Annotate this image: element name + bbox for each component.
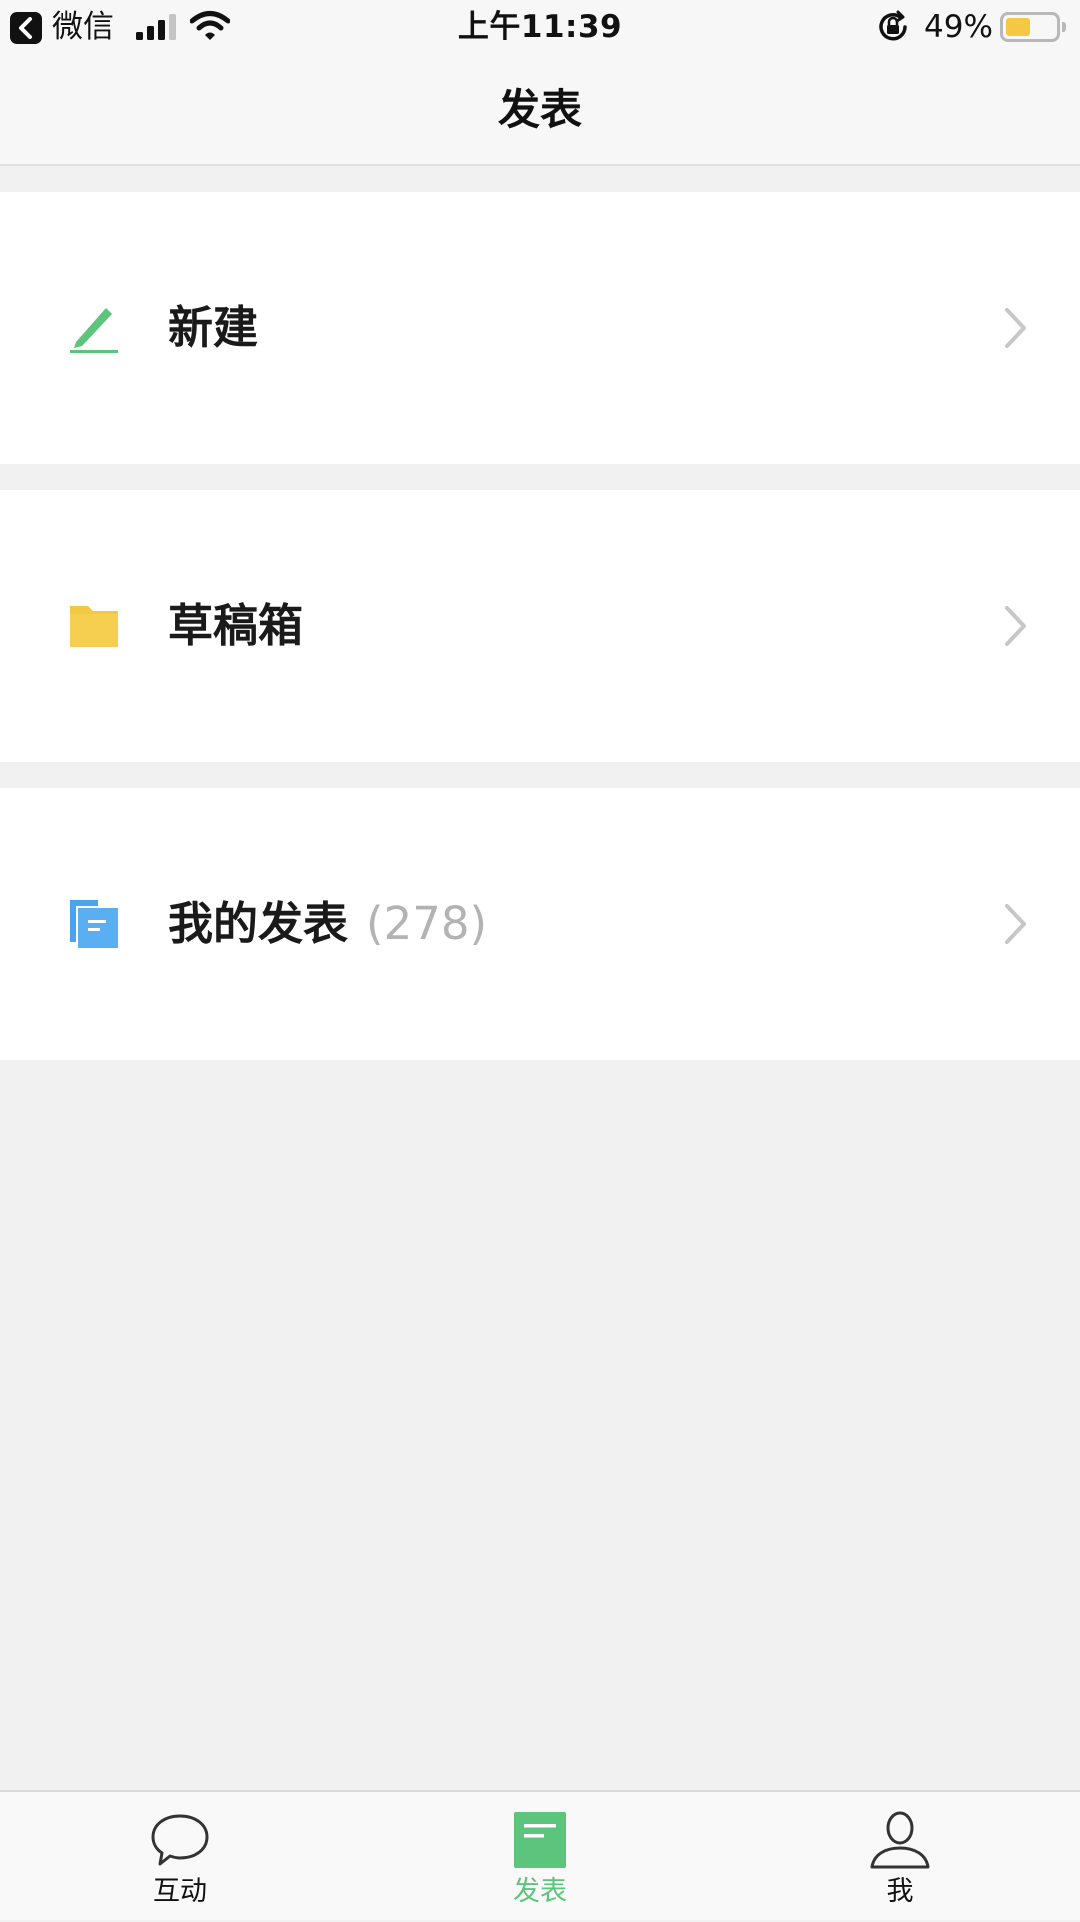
menu-item-my-posts[interactable]: 我的发表 (278) bbox=[0, 788, 1080, 1060]
tab-me[interactable]: 我 bbox=[800, 1792, 1000, 1922]
status-bar: 微信 上午11:39 49% bbox=[0, 0, 1080, 54]
tab-label: 我 bbox=[886, 1876, 914, 1907]
chat-bubble-icon bbox=[151, 1814, 209, 1866]
battery-fill bbox=[1006, 18, 1030, 36]
documents-icon bbox=[70, 900, 118, 948]
chevron-right-icon bbox=[1005, 308, 1026, 348]
battery-icon bbox=[1000, 12, 1066, 42]
pencil-icon bbox=[70, 308, 118, 353]
status-time: 上午11:39 bbox=[457, 9, 623, 45]
menu-item-label: 草稿箱 bbox=[168, 599, 304, 652]
menu-item-title: 我的发表 bbox=[168, 897, 349, 950]
post-count: (278) bbox=[366, 897, 488, 950]
tab-label: 发表 bbox=[513, 1876, 567, 1907]
tab-label: 互动 bbox=[153, 1876, 207, 1907]
rotation-lock-icon bbox=[879, 10, 907, 41]
chevron-right-icon bbox=[1005, 606, 1026, 646]
battery-percentage: 49% bbox=[924, 9, 993, 45]
menu-item-new[interactable]: 新建 bbox=[0, 192, 1080, 464]
chevron-right-icon bbox=[1005, 904, 1026, 944]
page-title: 发表 bbox=[497, 85, 582, 134]
tab-interact[interactable]: 互动 bbox=[80, 1792, 280, 1922]
nav-bar: 发表 bbox=[0, 54, 1080, 166]
document-icon bbox=[514, 1812, 566, 1868]
tab-publish[interactable]: 发表 bbox=[440, 1792, 640, 1922]
person-icon bbox=[870, 1811, 930, 1869]
menu-item-label: 新建 bbox=[168, 301, 259, 354]
tab-bar: 互动 发表 我 bbox=[0, 1790, 1080, 1920]
menu-item-drafts[interactable]: 草稿箱 bbox=[0, 490, 1080, 762]
folder-icon bbox=[70, 606, 118, 647]
menu-item-label: 我的发表 (278) bbox=[168, 894, 487, 954]
